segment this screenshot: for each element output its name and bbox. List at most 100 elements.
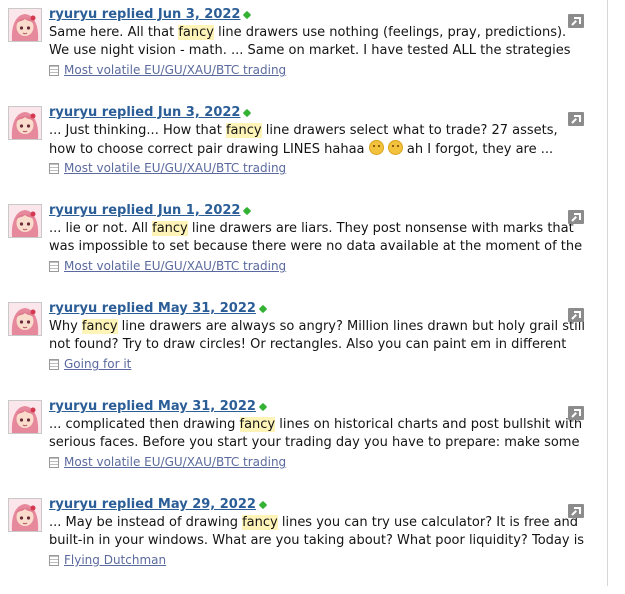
scroll-divider — [607, 0, 608, 586]
emoji-icon — [387, 140, 403, 155]
snippet-text: Same here. All that — [49, 25, 179, 40]
forum-breadcrumb: Most volatile EU/GU/XAU/BTC trading — [49, 160, 286, 176]
online-indicator-icon — [258, 402, 268, 411]
forum-breadcrumb: Most volatile EU/GU/XAU/BTC trading — [49, 62, 286, 78]
snippet-text: serious faces. Before you start your tra… — [49, 435, 580, 450]
author-link[interactable]: ryuryu replied Jun 3, 2022 — [49, 7, 240, 22]
expand-arrow-icon[interactable] — [568, 14, 584, 28]
expand-arrow-icon[interactable] — [568, 112, 584, 126]
result-header: ryuryu replied Jun 3, 2022 — [49, 6, 252, 24]
snippet-text: line drawers are always so angry? Millio… — [117, 319, 585, 334]
search-result: ryuryu replied May 31, 2022 Why fancy li… — [0, 300, 607, 398]
search-result: ryuryu replied Jun 3, 2022 ... Just thin… — [0, 104, 607, 202]
forum-breadcrumb: Most volatile EU/GU/XAU/BTC trading — [49, 258, 286, 274]
result-snippet: ... Just thinking... How that fancy line… — [49, 122, 589, 158]
search-highlight: fancy — [152, 221, 188, 236]
forum-icon — [49, 359, 59, 370]
result-snippet: ... May be instead of drawing fancy line… — [49, 514, 589, 550]
snippet-line: Why fancy line drawers are always so ang… — [49, 318, 589, 336]
result-snippet: Why fancy line drawers are always so ang… — [49, 318, 589, 354]
search-highlight: fancy — [178, 25, 214, 40]
author-link[interactable]: ryuryu replied May 29, 2022 — [49, 497, 256, 512]
snippet-text: ... Just thinking... How that — [49, 123, 226, 138]
snippet-line: was impossible to set because there were… — [49, 238, 589, 256]
online-indicator-icon — [243, 108, 252, 117]
result-header: ryuryu replied Jun 1, 2022 — [49, 202, 252, 220]
expand-arrow-icon[interactable] — [568, 504, 584, 518]
snippet-line: ... May be instead of drawing fancy line… — [49, 514, 589, 532]
snippet-text: line drawers use nothing (feelings, pray… — [213, 25, 567, 40]
snippet-text: ... complicated then drawing — [49, 417, 240, 432]
search-result: ryuryu replied Jun 1, 2022 ... lie or no… — [0, 202, 607, 300]
online-indicator-icon — [243, 206, 252, 215]
result-header: ryuryu replied May 31, 2022 — [49, 398, 268, 416]
snippet-text: line drawers select what to trade? 27 as… — [261, 123, 558, 138]
snippet-text: ... lie or not. All — [49, 221, 153, 236]
emoji-icon — [368, 140, 384, 155]
snippet-text: lines you can try use calculator? It is … — [277, 515, 579, 530]
result-header: ryuryu replied Jun 3, 2022 — [49, 104, 252, 122]
author-link[interactable]: ryuryu replied May 31, 2022 — [49, 301, 256, 316]
search-highlight: fancy — [242, 515, 278, 530]
snippet-text: built-in in your windows. What are you t… — [49, 533, 585, 548]
forum-icon — [49, 457, 59, 468]
online-indicator-icon — [258, 304, 268, 313]
result-snippet: ... complicated then drawing fancy lines… — [49, 416, 589, 452]
snippet-line: Same here. All that fancy line drawers u… — [49, 24, 589, 42]
snippet-line: ... Just thinking... How that fancy line… — [49, 122, 589, 140]
search-result: ryuryu replied May 29, 2022 ... May be i… — [0, 496, 607, 594]
forum-icon — [49, 261, 59, 272]
forum-link[interactable]: Going for it — [64, 357, 131, 371]
snippet-text — [384, 142, 388, 157]
snippet-line: We use night vision - math. ... Same on … — [49, 42, 589, 60]
snippet-line: serious faces. Before you start your tra… — [49, 434, 589, 452]
forum-link[interactable]: Most volatile EU/GU/XAU/BTC trading — [64, 259, 286, 273]
search-highlight: fancy — [239, 417, 276, 432]
author-link[interactable]: ryuryu replied May 31, 2022 — [49, 399, 256, 414]
snippet-text: Why — [49, 319, 82, 334]
avatar[interactable] — [8, 8, 42, 42]
expand-arrow-icon[interactable] — [568, 308, 584, 322]
avatar[interactable] — [8, 400, 42, 434]
avatar[interactable] — [8, 302, 42, 336]
online-indicator-icon — [258, 500, 268, 509]
snippet-text: was impossible to set because there were… — [49, 239, 583, 254]
author-link[interactable]: ryuryu replied Jun 1, 2022 — [49, 203, 240, 218]
search-highlight: fancy — [81, 319, 118, 334]
expand-arrow-icon[interactable] — [568, 406, 584, 420]
expand-arrow-icon[interactable] — [568, 210, 584, 224]
forum-breadcrumb: Most volatile EU/GU/XAU/BTC trading — [49, 454, 286, 470]
forum-breadcrumb: Going for it — [49, 356, 131, 372]
result-header: ryuryu replied May 29, 2022 — [49, 496, 268, 514]
forum-icon — [49, 555, 59, 566]
snippet-line: not found? Try to draw circles! Or recta… — [49, 336, 589, 354]
avatar[interactable] — [8, 204, 42, 238]
online-indicator-icon — [243, 10, 252, 19]
forum-link[interactable]: Most volatile EU/GU/XAU/BTC trading — [64, 161, 286, 175]
snippet-text: lines on historical charts and post bull… — [275, 417, 583, 432]
result-header: ryuryu replied May 31, 2022 — [49, 300, 268, 318]
avatar[interactable] — [8, 498, 42, 532]
result-snippet: Same here. All that fancy line drawers u… — [49, 24, 589, 60]
search-highlight: fancy — [225, 123, 262, 138]
forum-icon — [49, 163, 59, 174]
forum-icon — [49, 65, 59, 76]
snippet-line: how to choose correct pair drawing LINES… — [49, 140, 589, 158]
snippet-text: We use night vision - math. ... Same on … — [49, 43, 571, 58]
snippet-text: how to choose correct pair drawing LINES… — [49, 142, 369, 157]
forum-link[interactable]: Flying Dutchman — [64, 553, 166, 567]
snippet-text: ... May be instead of drawing — [49, 515, 243, 530]
forum-breadcrumb: Flying Dutchman — [49, 552, 166, 568]
forum-link[interactable]: Most volatile EU/GU/XAU/BTC trading — [64, 63, 286, 77]
snippet-line: ... complicated then drawing fancy lines… — [49, 416, 589, 434]
search-result: ryuryu replied Jun 3, 2022 Same here. Al… — [0, 6, 607, 104]
snippet-text: ah I forgot, they are ... — [402, 142, 554, 157]
snippet-line: ... lie or not. All fancy line drawers a… — [49, 220, 589, 238]
snippet-text: not found? Try to draw circles! Or recta… — [49, 337, 567, 352]
avatar[interactable] — [8, 106, 42, 140]
snippet-text: line drawers are liars. They post nonsen… — [187, 221, 574, 236]
forum-link[interactable]: Most volatile EU/GU/XAU/BTC trading — [64, 455, 286, 469]
snippet-line: built-in in your windows. What are you t… — [49, 532, 589, 550]
author-link[interactable]: ryuryu replied Jun 3, 2022 — [49, 105, 240, 120]
search-result: ryuryu replied May 31, 2022 ... complica… — [0, 398, 607, 496]
